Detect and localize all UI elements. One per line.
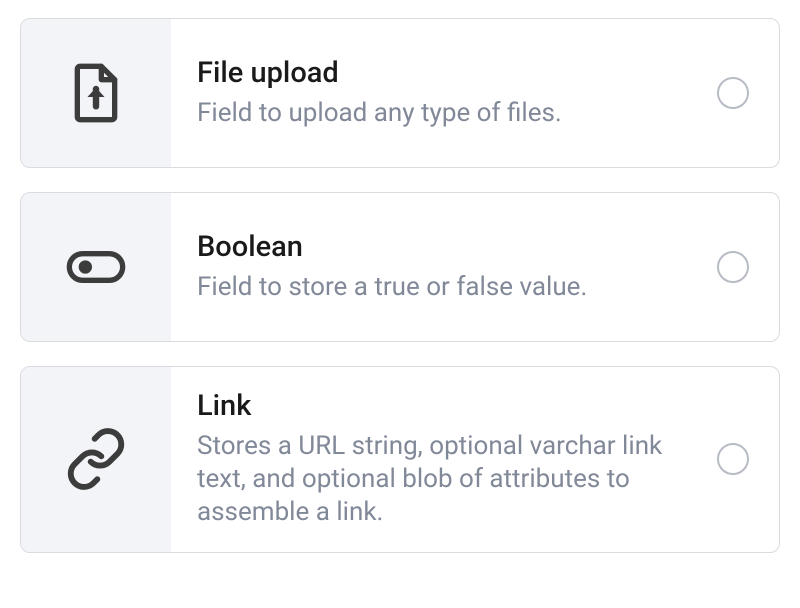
field-description: Field to store a true or false value.	[197, 271, 667, 304]
field-option-boolean[interactable]: Boolean Field to store a true or false v…	[20, 192, 780, 342]
link-icon	[21, 367, 171, 552]
field-text-block: Link Stores a URL string, optional varch…	[171, 367, 717, 552]
file-upload-icon	[21, 19, 171, 167]
field-description: Stores a URL string, optional varchar li…	[197, 430, 667, 530]
radio-unselected[interactable]	[717, 77, 749, 109]
toggle-icon	[21, 193, 171, 341]
field-description: Field to upload any type of files.	[197, 97, 667, 130]
field-option-file-upload[interactable]: File upload Field to upload any type of …	[20, 18, 780, 168]
field-title: Link	[197, 389, 701, 424]
field-type-list: File upload Field to upload any type of …	[20, 18, 780, 553]
field-title: File upload	[197, 56, 701, 91]
field-option-link[interactable]: Link Stores a URL string, optional varch…	[20, 366, 780, 553]
field-title: Boolean	[197, 230, 701, 265]
radio-unselected[interactable]	[717, 251, 749, 283]
radio-unselected[interactable]	[717, 443, 749, 475]
field-text-block: File upload Field to upload any type of …	[171, 34, 717, 152]
field-text-block: Boolean Field to store a true or false v…	[171, 208, 717, 326]
